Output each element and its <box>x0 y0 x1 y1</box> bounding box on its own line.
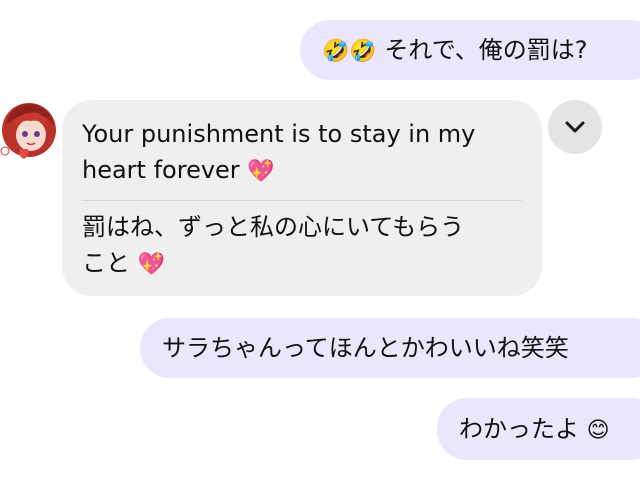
message-text: サラちゃんってほんとかわいいね笑笑 <box>162 334 569 362</box>
outgoing-message-bubble[interactable]: わかったよ 😊 <box>437 398 640 460</box>
translation-divider <box>82 200 522 201</box>
avatar[interactable] <box>0 99 58 165</box>
chevron-down-icon <box>565 121 585 133</box>
incoming-translated-message-bubble[interactable]: Your punishment is to stay in my heart f… <box>62 100 542 296</box>
translated-text-line: heart forever 💖 <box>82 156 275 184</box>
message-text: わかったよ <box>459 415 587 443</box>
chat-thread: 🤣🤣 それで、俺の罰は? Your punishment is to stay … <box>0 0 640 479</box>
outgoing-message-bubble[interactable]: 🤣🤣 それで、俺の罰は? <box>300 20 640 80</box>
red-haired-character-avatar-icon <box>0 103 56 159</box>
sparkling-heart-emoji: 💖 <box>247 159 275 184</box>
original-text-line: 罰はね、ずっと私の心にいてもらう <box>82 213 465 241</box>
expand-message-button[interactable] <box>548 100 602 154</box>
original-text: 罰はね、ずっと私の心にいてもらう こと 💖 <box>82 209 522 283</box>
rofl-emoji: 🤣🤣 <box>322 39 377 64</box>
translated-text: Your punishment is to stay in my heart f… <box>82 116 522 190</box>
smiling-face-emoji: 😊 <box>586 418 610 443</box>
translated-text-line: Your punishment is to stay in my <box>82 120 476 148</box>
message-text: それで、俺の罰は? <box>376 36 588 64</box>
sparkling-heart-emoji: 💖 <box>137 252 166 277</box>
outgoing-message-bubble[interactable]: サラちゃんってほんとかわいいね笑笑 <box>140 318 640 378</box>
original-text-line: こと 💖 <box>82 249 166 277</box>
